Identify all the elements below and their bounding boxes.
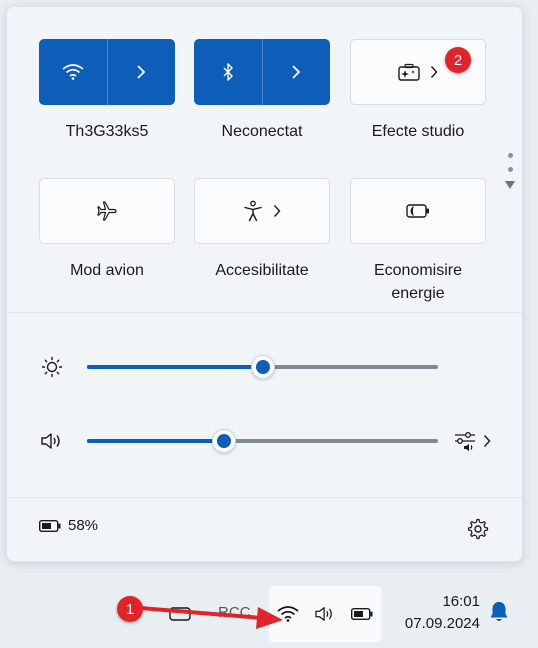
annotation-arrow xyxy=(138,606,283,629)
annotation-badge-1: 1 xyxy=(117,596,143,622)
